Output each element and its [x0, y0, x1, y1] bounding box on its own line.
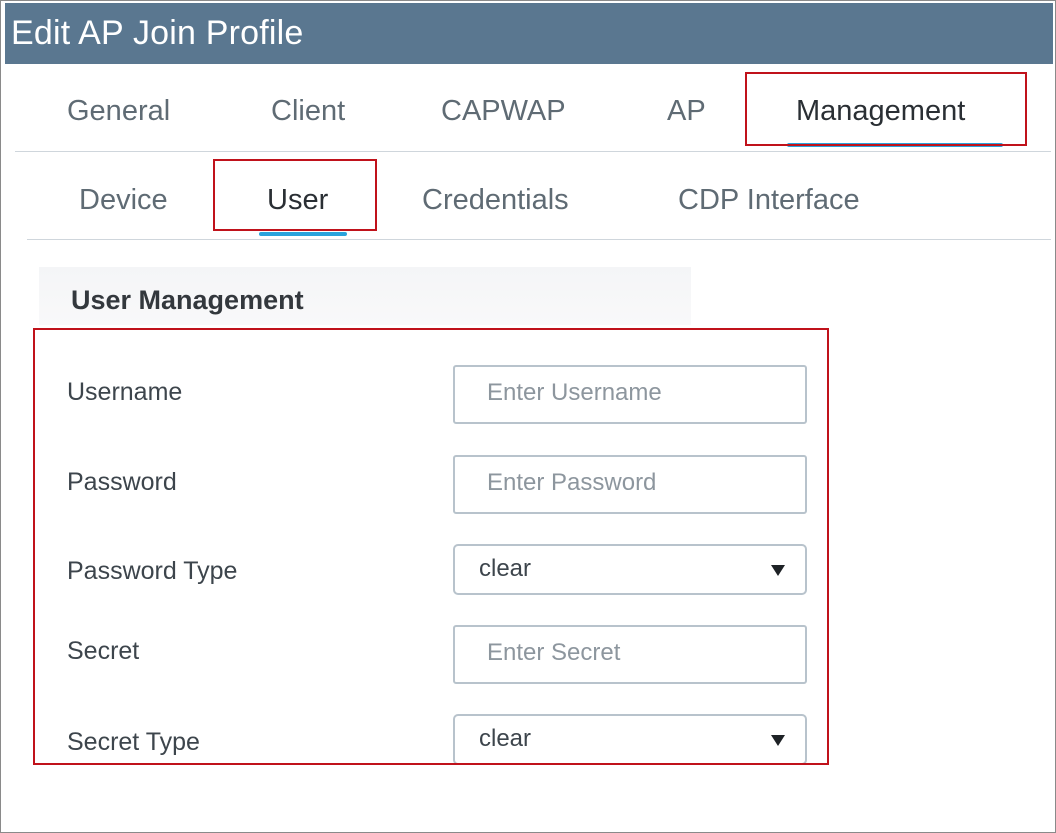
- active-tab-underline: [787, 143, 1003, 147]
- main-tabs: General Client CAPWAP AP Management: [1, 64, 1056, 152]
- secret-input[interactable]: [453, 625, 807, 684]
- subtab-cdp-interface[interactable]: CDP Interface: [678, 184, 860, 217]
- password-type-label: Password Type: [67, 557, 238, 585]
- tabs-divider: [15, 151, 1051, 152]
- subtab-credentials[interactable]: Credentials: [422, 184, 569, 217]
- dialog-title: Edit AP Join Profile: [11, 14, 304, 52]
- password-type-value: clear: [479, 555, 532, 582]
- password-label: Password: [67, 468, 177, 496]
- secret-label: Secret: [67, 637, 140, 665]
- username-input[interactable]: [453, 365, 807, 424]
- subtabs-divider: [27, 239, 1051, 240]
- title-bar: Edit AP Join Profile: [5, 3, 1053, 64]
- password-type-select[interactable]: clear: [453, 544, 807, 595]
- section-header: User Management: [39, 267, 691, 325]
- tab-general[interactable]: General: [67, 95, 170, 128]
- tab-ap[interactable]: AP: [667, 95, 706, 128]
- tab-capwap[interactable]: CAPWAP: [441, 95, 566, 128]
- dropdown-arrow-icon: [771, 565, 785, 576]
- edit-ap-join-profile-dialog: Edit AP Join Profile General Client CAPW…: [0, 0, 1056, 833]
- secret-type-select[interactable]: clear: [453, 714, 807, 765]
- username-label: Username: [67, 378, 183, 406]
- subtab-device[interactable]: Device: [79, 184, 168, 217]
- subtab-user[interactable]: User: [267, 184, 328, 217]
- active-subtab-underline: [259, 232, 347, 236]
- secret-type-value: clear: [479, 725, 532, 752]
- dropdown-arrow-icon: [771, 735, 785, 746]
- secret-type-label: Secret Type: [67, 728, 200, 756]
- tab-management[interactable]: Management: [796, 95, 965, 128]
- sub-tabs: Device User Credentials CDP Interface: [1, 153, 1056, 241]
- tab-client[interactable]: Client: [271, 95, 345, 128]
- password-input[interactable]: [453, 455, 807, 514]
- section-title: User Management: [71, 285, 304, 315]
